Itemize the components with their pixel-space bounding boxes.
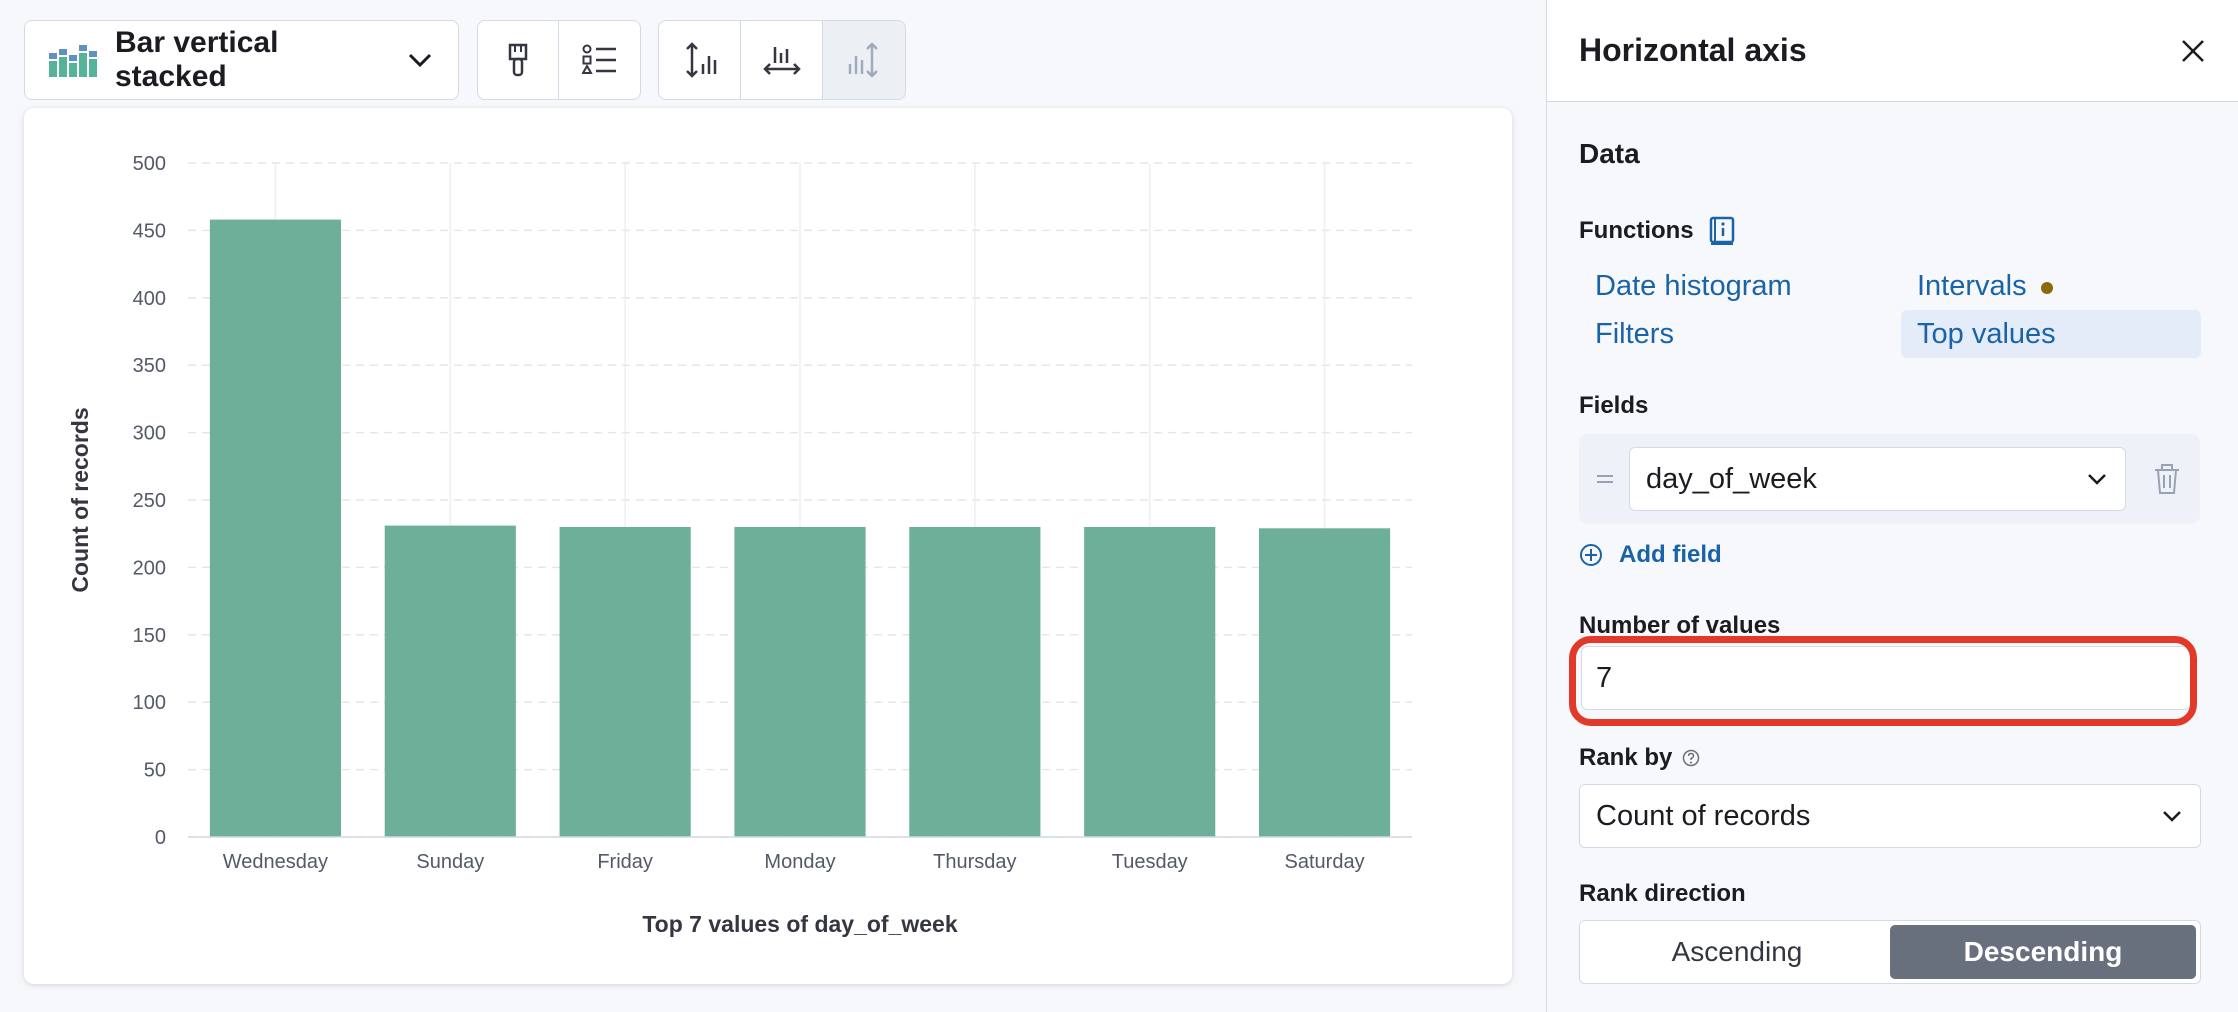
bar[interactable] bbox=[384, 525, 516, 837]
panel-body: Data Functions Date histogram Intervals … bbox=[1547, 102, 2238, 1012]
y-tick-label: 250 bbox=[133, 490, 166, 512]
y-axis-title: Count of records bbox=[67, 407, 93, 592]
x-tick-label: Tuesday bbox=[1112, 851, 1188, 873]
function-date-histogram[interactable]: Date histogram bbox=[1579, 262, 1901, 310]
functions-list: Date histogram Intervals Filters Top val… bbox=[1579, 262, 2201, 358]
highlight-annotation bbox=[1569, 636, 2197, 726]
function-label: Intervals bbox=[1917, 269, 2027, 302]
right-axis-icon bbox=[848, 42, 878, 78]
bar[interactable] bbox=[734, 526, 866, 837]
left-axis-icon bbox=[685, 42, 716, 78]
rank-direction-label: Rank direction bbox=[1579, 880, 1746, 907]
field-row: day_of_week bbox=[1579, 434, 2200, 524]
y-tick-label: 0 bbox=[155, 827, 166, 849]
y-tick-label: 150 bbox=[133, 625, 166, 647]
field-select[interactable]: day_of_week bbox=[1629, 447, 2126, 511]
right-axis-button[interactable] bbox=[823, 21, 905, 99]
y-tick-label: 500 bbox=[133, 153, 166, 175]
chevron-down-icon bbox=[2088, 474, 2106, 485]
bar[interactable] bbox=[1259, 528, 1391, 837]
legend-options-button[interactable] bbox=[559, 21, 640, 99]
fields-label: Fields bbox=[1579, 392, 1649, 419]
rank-descending-option[interactable]: Descending bbox=[1890, 925, 2196, 979]
section-title: Data bbox=[1579, 138, 1640, 169]
y-tick-label: 350 bbox=[133, 355, 166, 377]
question-icon[interactable] bbox=[1682, 749, 1700, 767]
bar-chart-icon bbox=[49, 45, 97, 77]
function-label: Filters bbox=[1595, 317, 1674, 350]
y-tick-label: 400 bbox=[133, 288, 166, 310]
field-select-value: day_of_week bbox=[1646, 462, 1817, 495]
x-tick-label: Wednesday bbox=[223, 851, 328, 873]
rank-by-value: Count of records bbox=[1596, 799, 1811, 832]
y-tick-label: 50 bbox=[144, 760, 166, 782]
x-tick-label: Saturday bbox=[1285, 851, 1365, 873]
y-tick-label: 200 bbox=[133, 557, 166, 579]
incompatible-dot-icon bbox=[2040, 282, 2053, 294]
rank-direction-toggle: Ascending Descending bbox=[1579, 920, 2201, 984]
bar[interactable] bbox=[909, 526, 1041, 837]
y-tick-label: 100 bbox=[133, 692, 166, 714]
rank-by-label: Rank by bbox=[1579, 744, 1673, 771]
left-axis-button[interactable] bbox=[659, 21, 741, 99]
axis-button-group bbox=[658, 20, 906, 100]
bar[interactable] bbox=[1084, 526, 1216, 837]
chart-panel: 0 50 100 150 200 250 300 350 400 450 500 Wednesday S… bbox=[24, 108, 1512, 984]
x-tick-label: Friday bbox=[597, 851, 653, 873]
drag-handle-icon[interactable] bbox=[1595, 471, 1615, 487]
function-label: Top values bbox=[1917, 317, 2056, 350]
functions-label: Functions bbox=[1579, 217, 1694, 244]
rank-by-select[interactable]: Count of records bbox=[1579, 784, 2201, 848]
x-tick-label: Sunday bbox=[416, 851, 484, 873]
x-tick-label: Thursday bbox=[933, 851, 1016, 873]
add-field-button[interactable]: Add field bbox=[1579, 538, 2200, 572]
y-tick-label: 450 bbox=[133, 220, 166, 242]
x-axis-title: Top 7 values of day_of_week bbox=[642, 911, 958, 937]
trash-icon[interactable] bbox=[2150, 462, 2184, 496]
function-filters[interactable]: Filters bbox=[1579, 310, 1901, 358]
y-tick-label: 300 bbox=[133, 423, 166, 445]
bar[interactable] bbox=[209, 219, 341, 838]
chart-type-switcher[interactable]: Bar vertical stacked bbox=[24, 20, 459, 100]
rank-ascending-option[interactable]: Ascending bbox=[1584, 925, 1890, 979]
bar[interactable] bbox=[559, 526, 691, 837]
chevron-down-icon bbox=[408, 53, 432, 68]
function-intervals[interactable]: Intervals bbox=[1901, 262, 2201, 310]
chevron-down-icon bbox=[2163, 811, 2181, 822]
panel-title: Horizontal axis bbox=[1579, 32, 1807, 68]
bottom-axis-button[interactable] bbox=[741, 21, 823, 99]
number-of-values-wrapper bbox=[1569, 636, 2200, 726]
close-icon[interactable] bbox=[2180, 38, 2206, 64]
x-tick-label: Monday bbox=[764, 851, 835, 873]
visual-options-button[interactable] bbox=[478, 21, 559, 99]
rank-by-label-row: Rank by bbox=[1579, 744, 2200, 772]
dimension-editor-panel: Horizontal axis Data Functions Date hist… bbox=[1546, 0, 2238, 1012]
function-label: Date histogram bbox=[1595, 269, 1792, 302]
documentation-icon[interactable] bbox=[1708, 216, 1736, 246]
panel-header: Horizontal axis bbox=[1547, 0, 2238, 102]
functions-label-row: Functions bbox=[1579, 216, 2200, 246]
add-field-label: Add field bbox=[1619, 541, 1722, 568]
style-button-group bbox=[477, 20, 641, 100]
plus-circle-icon bbox=[1580, 544, 1602, 566]
legend-list-icon bbox=[581, 44, 616, 74]
chart-type-label: Bar vertical stacked bbox=[115, 26, 279, 93]
bottom-axis-icon bbox=[762, 47, 801, 75]
function-top-values[interactable]: Top values bbox=[1901, 310, 2201, 358]
paintbrush-icon bbox=[508, 43, 528, 77]
bar-chart[interactable]: 0 50 100 150 200 250 300 350 400 450 500 Wednesday S… bbox=[24, 108, 1512, 984]
